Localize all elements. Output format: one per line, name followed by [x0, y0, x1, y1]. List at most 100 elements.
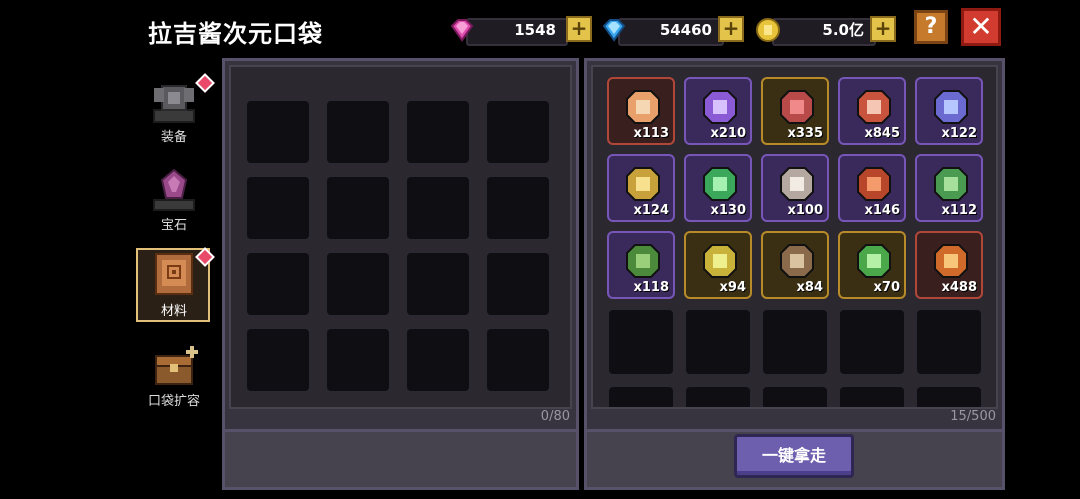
gold-coin-icon: [756, 18, 780, 42]
empty-slot[interactable]: [607, 385, 675, 407]
material-item[interactable]: x113: [607, 77, 675, 145]
item-quantity: x335: [787, 126, 823, 141]
blue-diamond-icon: [602, 19, 626, 42]
material-item[interactable]: x100: [761, 154, 829, 222]
item-quantity: x210: [710, 126, 746, 141]
empty-slot[interactable]: [838, 385, 906, 407]
gold-bell-big-icon: [703, 244, 737, 278]
empty-slot[interactable]: [838, 308, 906, 376]
green-scroll-icon: [857, 244, 891, 278]
item-quantity: x146: [864, 203, 900, 218]
purple-rune-icon: [703, 90, 737, 124]
page-title: 拉吉酱次元口袋: [148, 20, 323, 48]
item-quantity: x124: [633, 203, 669, 218]
green-gadget-icon: [934, 167, 968, 201]
empty-slot[interactable]: [325, 327, 391, 393]
take-all-button[interactable]: 一键拿走: [734, 434, 854, 478]
orange-shield-icon: [934, 244, 968, 278]
empty-slot[interactable]: [607, 308, 675, 376]
material-item[interactable]: x130: [684, 154, 752, 222]
right-storage-panel: x113 x210 x335 x845 x122 x124 x130 x100 x146 x112…: [584, 58, 1005, 490]
pickaxe-icon: [780, 244, 814, 278]
item-quantity: x118: [633, 280, 669, 295]
empty-slot[interactable]: [325, 251, 391, 317]
empty-slot[interactable]: [684, 308, 752, 376]
red-orb-icon: [857, 167, 891, 201]
tab-gems[interactable]: 宝石: [138, 164, 210, 236]
red-gem-icon: [780, 90, 814, 124]
material-item[interactable]: x146: [838, 154, 906, 222]
empty-slot[interactable]: [761, 385, 829, 407]
left-slot-grid: [229, 65, 572, 409]
item-quantity: x113: [633, 126, 669, 141]
empty-slot[interactable]: [325, 175, 391, 241]
material-item[interactable]: x70: [838, 231, 906, 299]
empty-slot[interactable]: [485, 251, 551, 317]
diamonds-value: 54460: [659, 21, 712, 39]
material-item[interactable]: x124: [607, 154, 675, 222]
tab-materials[interactable]: 材料: [136, 247, 215, 322]
item-quantity: x130: [710, 203, 746, 218]
left-footer: [225, 429, 576, 487]
empty-slot[interactable]: [915, 308, 983, 376]
chest-expand-icon: [155, 346, 198, 385]
empty-slot[interactable]: [485, 327, 551, 393]
material-item[interactable]: x84: [761, 231, 829, 299]
empty-slot[interactable]: [245, 327, 311, 393]
coins-add-button[interactable]: +: [870, 16, 896, 42]
materials-icon: [155, 253, 193, 295]
empty-slot[interactable]: [325, 99, 391, 165]
material-item[interactable]: x488: [915, 231, 983, 299]
left-storage-panel: 0/80: [222, 58, 579, 490]
empty-slot[interactable]: [405, 327, 471, 393]
green-leaf-icon: [626, 244, 660, 278]
item-quantity: x84: [796, 280, 823, 295]
material-item[interactable]: x122: [915, 77, 983, 145]
material-item[interactable]: x112: [915, 154, 983, 222]
material-item[interactable]: x210: [684, 77, 752, 145]
item-quantity: x488: [941, 280, 977, 295]
gold-bell-icon: [626, 167, 660, 201]
close-button[interactable]: ✕: [961, 8, 1001, 46]
empty-slot[interactable]: [245, 251, 311, 317]
tab-label: 宝石: [160, 218, 187, 233]
material-item[interactable]: x845: [838, 77, 906, 145]
diamonds-add-button[interactable]: +: [718, 16, 744, 42]
green-slime-icon: [703, 167, 737, 201]
diamonds-counter: 54460 +: [600, 14, 748, 46]
empty-slot[interactable]: [485, 175, 551, 241]
gems-add-button[interactable]: +: [566, 16, 592, 42]
item-quantity: x100: [787, 203, 823, 218]
material-item[interactable]: x94: [684, 231, 752, 299]
gems-counter: 1548 +: [448, 14, 592, 46]
item-quantity: x845: [864, 126, 900, 141]
left-capacity: 0/80: [540, 409, 570, 424]
tab-equipment[interactable]: 装备: [138, 73, 215, 148]
empty-slot[interactable]: [684, 385, 752, 407]
empty-slot[interactable]: [405, 175, 471, 241]
empty-slot[interactable]: [245, 175, 311, 241]
gem-altar-icon: [153, 168, 195, 211]
help-button[interactable]: ?: [914, 10, 948, 44]
tab-label: 口袋扩容: [147, 394, 200, 409]
right-item-grid: x113 x210 x335 x845 x122 x124 x130 x100 x146 x112…: [591, 65, 998, 409]
item-quantity: x70: [873, 280, 900, 295]
tab-pocket-expand[interactable]: 口袋扩容: [138, 340, 210, 412]
item-quantity: x112: [941, 203, 977, 218]
armor-icon: [153, 85, 195, 123]
empty-slot[interactable]: [405, 99, 471, 165]
empty-slot[interactable]: [245, 99, 311, 165]
crystal-ore-icon: [626, 90, 660, 124]
tab-label: 材料: [160, 304, 187, 319]
right-capacity: 15/500: [950, 409, 996, 424]
empty-slot[interactable]: [405, 251, 471, 317]
material-item[interactable]: x118: [607, 231, 675, 299]
tab-label: 装备: [160, 130, 187, 145]
pink-gem-icon: [450, 19, 474, 42]
empty-slot[interactable]: [915, 385, 983, 407]
item-quantity: x122: [941, 126, 977, 141]
material-item[interactable]: x335: [761, 77, 829, 145]
empty-slot[interactable]: [761, 308, 829, 376]
red-token-icon: [857, 90, 891, 124]
empty-slot[interactable]: [485, 99, 551, 165]
